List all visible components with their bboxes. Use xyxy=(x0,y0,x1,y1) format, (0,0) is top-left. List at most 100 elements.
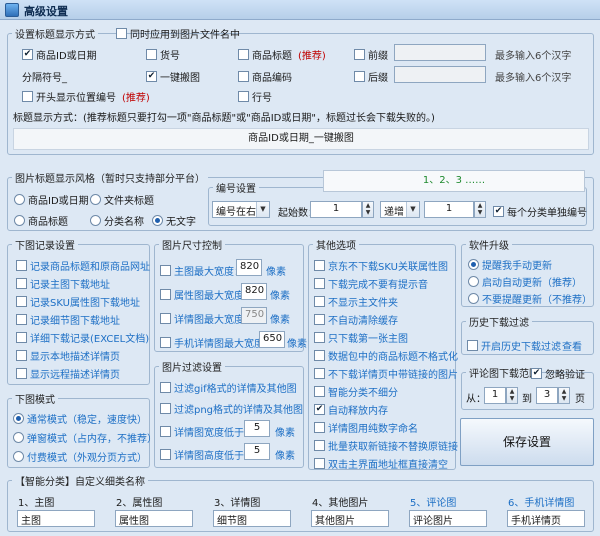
save-settings-button[interactable]: 保存设置 xyxy=(460,418,594,466)
opt-one-click[interactable]: ✔ 一键搬图 xyxy=(146,69,200,84)
checkbox-icon xyxy=(160,403,171,414)
upgrade-opt-never[interactable]: 不要提醒更新（不推荐） xyxy=(468,291,592,306)
other-option[interactable]: 只下载第一张主图 xyxy=(314,330,408,345)
filter-gif-checkbox[interactable]: 过滤gif格式的详情及其他图 xyxy=(160,380,297,395)
start-number-input[interactable]: 1 xyxy=(310,201,362,218)
increment-mode-select[interactable]: 递增 ▼ xyxy=(380,201,420,218)
other-option[interactable]: 不自动清除缓存 xyxy=(314,312,398,327)
opt-line-number[interactable]: 行号 xyxy=(238,89,272,104)
style-opt-item-id[interactable]: 商品ID或日期 xyxy=(14,192,89,207)
min-height-input[interactable]: 5 xyxy=(244,443,270,460)
radio-icon xyxy=(13,451,24,462)
radio-icon xyxy=(14,215,25,226)
checkbox-icon xyxy=(238,71,249,82)
log-item[interactable]: 记录SKU属性图下载地址 xyxy=(16,294,140,309)
other-option[interactable]: 双击主界面地址框直接清空 xyxy=(314,456,448,471)
group-title: 历史下载过滤 xyxy=(469,318,529,329)
main-width-checkbox[interactable]: 主图最大宽度： xyxy=(160,263,244,278)
filter-png-checkbox[interactable]: 过滤png格式的详情及其他图 xyxy=(160,401,303,416)
mobile-width-input[interactable]: 650 xyxy=(259,331,285,348)
opt-prefix[interactable]: 前缀 xyxy=(354,47,388,62)
log-item[interactable]: 记录商品标题和原商品网址 xyxy=(16,258,150,273)
mode-opt-normal[interactable]: 通常模式（稳定，速度快） xyxy=(13,411,147,426)
attr-width-checkbox[interactable]: 属性图最大宽度： xyxy=(160,287,254,302)
log-item[interactable]: 记录主图下载地址 xyxy=(16,276,110,291)
checkbox-label: 数据包中的商品标题不格式化 xyxy=(328,352,458,363)
other-option[interactable]: 数据包中的商品标题不格式化 xyxy=(314,348,458,363)
upgrade-opt-auto[interactable]: 启动自动更新（推荐） xyxy=(468,274,582,289)
category-input-mobile[interactable]: 手机详情页 xyxy=(507,510,585,527)
history-filter-checkbox[interactable]: 开启历史下载过滤 xyxy=(467,338,561,353)
group-title: 其他选项 xyxy=(316,241,356,252)
style-opt-folder-title[interactable]: 文件夹标题 xyxy=(90,192,154,207)
min-width-checkbox[interactable]: 详情图宽度低于： xyxy=(160,424,254,439)
log-item[interactable]: 记录细节图下载地址 xyxy=(16,312,120,327)
from-page-input[interactable]: 1 xyxy=(484,387,506,404)
log-item[interactable]: 显示本地描述详情页 xyxy=(16,348,120,363)
checkbox-icon xyxy=(354,49,365,60)
checkbox-label: 双击主界面地址框直接清空 xyxy=(328,460,448,471)
prefix-input[interactable] xyxy=(394,44,486,61)
step-input[interactable]: 1 xyxy=(424,201,474,218)
category-input-review[interactable]: 评论图片 xyxy=(409,510,487,527)
other-option[interactable]: 不显示主文件夹 xyxy=(314,294,398,309)
per-category-numbering-checkbox[interactable]: ✔ 每个分类单独编号 xyxy=(493,204,587,219)
style-opt-no-text[interactable]: 无文字 xyxy=(152,213,196,228)
category-header: 1、主图 xyxy=(18,498,55,509)
mobile-width-checkbox[interactable]: 手机详情图最大宽度： xyxy=(160,335,274,350)
auto-verify-checkbox[interactable]: ✔ 忽略验证 xyxy=(531,366,585,381)
main-width-input[interactable]: 820 xyxy=(236,259,262,276)
check-icon: ✔ xyxy=(314,404,325,415)
checkbox-label: 不下载详情页中带链接的图片 xyxy=(328,370,458,381)
mode-opt-paid[interactable]: 付费模式（外观分页方式） xyxy=(13,449,147,464)
min-width-input[interactable]: 5 xyxy=(244,420,270,437)
checkbox-label: 主图最大宽度： xyxy=(174,267,244,278)
style-opt-product-title[interactable]: 商品标题 xyxy=(14,213,68,228)
checkbox-label: 详情图用纯数字命名 xyxy=(328,424,418,435)
category-input-detail[interactable]: 细节图 xyxy=(213,510,291,527)
attr-width-input[interactable]: 820 xyxy=(241,283,267,300)
to-page-input[interactable]: 3 xyxy=(536,387,558,404)
other-option[interactable]: ✔ 自动释放内存 xyxy=(314,402,388,417)
radio-label: 启动自动更新（推荐） xyxy=(482,278,582,289)
log-item[interactable]: 详细下载记录(EXCEL文档) xyxy=(16,330,149,345)
detail-width-checkbox[interactable]: 详情图最大宽度： xyxy=(160,311,254,326)
apply-to-filename-checkbox[interactable]: 同时应用到图片文件名中 xyxy=(116,26,240,41)
category-input-attr[interactable]: 属性图 xyxy=(115,510,193,527)
other-option[interactable]: 智能分类不细分 xyxy=(314,384,398,399)
style-opt-category[interactable]: 分类名称 xyxy=(90,213,144,228)
select-value: 编号在右 xyxy=(216,207,256,218)
opt-suffix[interactable]: 后缀 xyxy=(354,69,388,84)
other-option[interactable]: 不下载详情页中带链接的图片 xyxy=(314,366,458,381)
opt-item-number[interactable]: 货号 xyxy=(146,47,180,62)
step-spinner[interactable]: ▲ ▼ xyxy=(474,201,486,218)
window-title: 高级设置 xyxy=(24,5,68,18)
view-history-link[interactable]: 查看 xyxy=(562,338,582,353)
opt-product-title[interactable]: 商品标题 (推荐) xyxy=(238,47,326,62)
detail-width-input[interactable]: 750 xyxy=(241,307,267,324)
category-input-main[interactable]: 主图 xyxy=(17,510,95,527)
group-title: 编号设置 xyxy=(216,184,256,195)
log-item[interactable]: 显示远程描述详情页 xyxy=(16,366,120,381)
radio-selected-icon xyxy=(13,413,24,424)
to-page-spinner[interactable]: ▲ ▼ xyxy=(558,387,570,404)
number-position-select[interactable]: 编号在右 ▼ xyxy=(212,201,270,218)
chevron-down-icon: ▼ xyxy=(406,202,419,217)
other-option[interactable]: 批量获取新链接不替换原链接 xyxy=(314,438,458,453)
category-input-other[interactable]: 其他图片 xyxy=(311,510,389,527)
upgrade-opt-manual[interactable]: 提醒我手动更新 xyxy=(468,257,552,272)
start-spinner[interactable]: ▲ ▼ xyxy=(362,201,374,218)
app-icon xyxy=(5,3,19,17)
mode-opt-popup[interactable]: 弹窗模式（占内存，不推荐） xyxy=(13,430,157,445)
checkbox-label: 一键搬图 xyxy=(160,73,200,84)
chevron-down-icon: ▼ xyxy=(256,202,269,217)
opt-item-id-or-date[interactable]: ✔ 商品ID或日期 xyxy=(22,47,97,62)
opt-product-code[interactable]: 商品编码 xyxy=(238,69,292,84)
opt-position-number[interactable]: 开头显示位置编号 (推荐) xyxy=(22,89,150,104)
min-height-checkbox[interactable]: 详情图高度低于： xyxy=(160,447,254,462)
other-option[interactable]: 详情图用纯数字命名 xyxy=(314,420,418,435)
from-page-spinner[interactable]: ▲ ▼ xyxy=(506,387,518,404)
other-option[interactable]: 下载完成不要有提示音 xyxy=(314,276,428,291)
suffix-input[interactable] xyxy=(394,66,486,83)
other-option[interactable]: 京东不下载SKU关联属性图 xyxy=(314,258,448,273)
